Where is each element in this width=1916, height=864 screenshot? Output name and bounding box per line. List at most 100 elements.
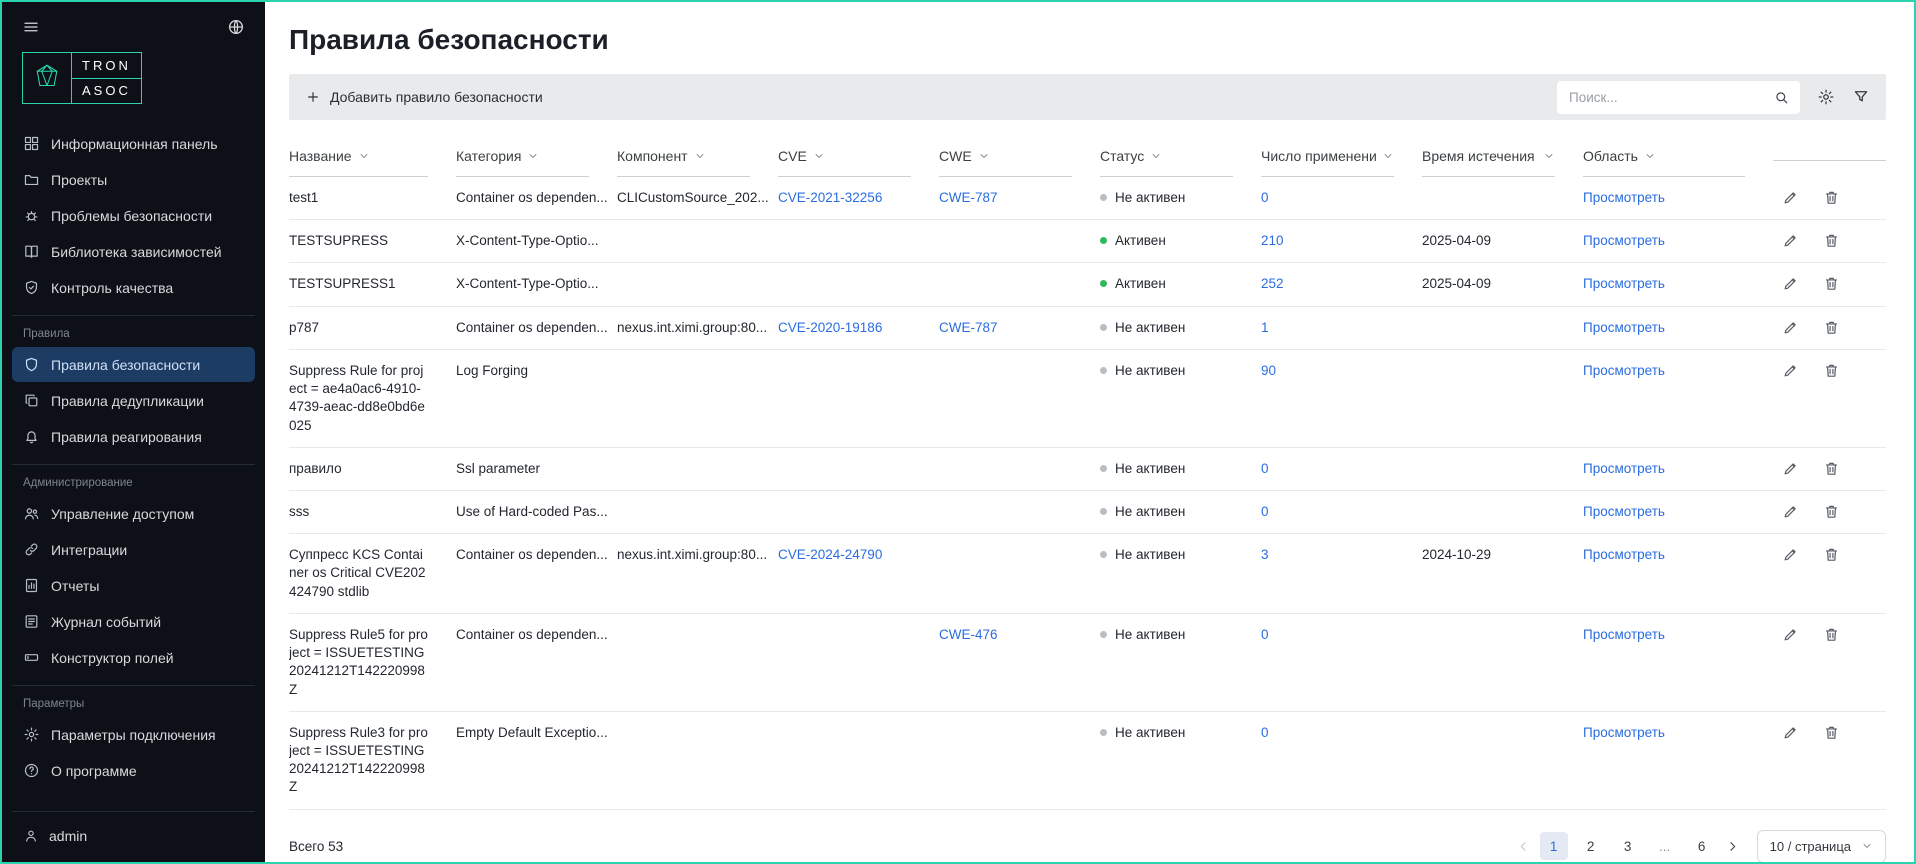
column-header-scope[interactable]: Область bbox=[1583, 138, 1773, 177]
edit-pencil-icon[interactable] bbox=[1782, 275, 1799, 293]
delete-trash-icon[interactable] bbox=[1823, 232, 1840, 250]
user-icon bbox=[23, 828, 39, 844]
cve-link[interactable]: CVE-2020-19186 bbox=[778, 320, 882, 335]
component-cell bbox=[617, 712, 778, 809]
edit-pencil-icon[interactable] bbox=[1782, 724, 1799, 797]
delete-trash-icon[interactable] bbox=[1823, 546, 1840, 601]
sidebar-item-dependency-library[interactable]: Библиотека зависимостей bbox=[12, 234, 255, 269]
edit-pencil-icon[interactable] bbox=[1782, 460, 1799, 478]
sidebar-item-connection-params[interactable]: Параметры подключения bbox=[12, 717, 255, 752]
language-globe-icon[interactable] bbox=[227, 18, 245, 36]
sidebar-item-about[interactable]: О программе bbox=[12, 753, 255, 788]
column-header-cwe[interactable]: CWE bbox=[939, 138, 1100, 177]
column-header-status[interactable]: Статус bbox=[1100, 138, 1261, 177]
sidebar-item-label: Параметры подключения bbox=[51, 727, 216, 743]
table-settings-gear-icon[interactable] bbox=[1817, 88, 1835, 106]
sidebar-item-projects[interactable]: Проекты bbox=[12, 162, 255, 197]
sidebar-item-label: О программе bbox=[51, 763, 137, 779]
view-scope-link[interactable]: Просмотреть bbox=[1583, 233, 1665, 248]
filter-funnel-icon[interactable] bbox=[1852, 88, 1870, 106]
column-header-category[interactable]: Категория bbox=[456, 138, 617, 177]
edit-pencil-icon[interactable] bbox=[1782, 503, 1799, 521]
view-scope-link[interactable]: Просмотреть bbox=[1583, 276, 1665, 291]
cve-link[interactable]: CVE-2024-24790 bbox=[778, 547, 882, 562]
view-scope-link[interactable]: Просмотреть bbox=[1583, 363, 1665, 378]
status-cell: Не активен bbox=[1100, 177, 1261, 219]
column-header-name[interactable]: Название bbox=[289, 138, 456, 177]
apply-count-link[interactable]: 0 bbox=[1261, 725, 1269, 740]
sidebar-item-field-builder[interactable]: Конструктор полей bbox=[12, 640, 255, 675]
next-page-chevron-icon[interactable] bbox=[1725, 839, 1740, 854]
edit-pencil-icon[interactable] bbox=[1782, 232, 1799, 250]
view-scope-link[interactable]: Просмотреть bbox=[1583, 190, 1665, 205]
view-scope-link[interactable]: Просмотреть bbox=[1583, 725, 1665, 740]
delete-trash-icon[interactable] bbox=[1823, 319, 1840, 337]
apply-count-link[interactable]: 90 bbox=[1261, 363, 1276, 378]
apply-count-link[interactable]: 0 bbox=[1261, 461, 1269, 476]
user-menu[interactable]: admin bbox=[12, 811, 255, 862]
cve-link[interactable]: CVE-2021-32256 bbox=[778, 190, 882, 205]
status-label: Не активен bbox=[1115, 362, 1185, 380]
chevron-down-icon bbox=[358, 150, 370, 162]
view-scope-link[interactable]: Просмотреть bbox=[1583, 461, 1665, 476]
apply-count-link[interactable]: 252 bbox=[1261, 276, 1284, 291]
column-header-cve[interactable]: CVE bbox=[778, 138, 939, 177]
apply-count-link[interactable]: 0 bbox=[1261, 627, 1269, 642]
sidebar: TRON ASOC Информационная панель Проекты … bbox=[2, 2, 265, 862]
delete-trash-icon[interactable] bbox=[1823, 460, 1840, 478]
edit-pencil-icon[interactable] bbox=[1782, 362, 1799, 435]
apply-count-cell: 3 bbox=[1261, 534, 1422, 613]
column-header-apply-count[interactable]: Число применений bbox=[1261, 138, 1422, 177]
sidebar-item-security-issues[interactable]: Проблемы безопасности bbox=[12, 198, 255, 233]
delete-trash-icon[interactable] bbox=[1823, 275, 1840, 293]
edit-pencil-icon[interactable] bbox=[1782, 546, 1799, 601]
sidebar-item-quality-control[interactable]: Контроль качества bbox=[12, 270, 255, 305]
sidebar-item-reaction-rules[interactable]: Правила реагирования bbox=[12, 419, 255, 454]
search-icon[interactable] bbox=[1773, 89, 1790, 106]
view-scope-link[interactable]: Просмотреть bbox=[1583, 504, 1665, 519]
apply-count-link[interactable]: 1 bbox=[1261, 320, 1269, 335]
cwe-link[interactable]: CWE-787 bbox=[939, 190, 998, 205]
edit-pencil-icon[interactable] bbox=[1782, 319, 1799, 337]
view-scope-link[interactable]: Просмотреть bbox=[1583, 320, 1665, 335]
delete-trash-icon[interactable] bbox=[1823, 626, 1840, 699]
edit-pencil-icon[interactable] bbox=[1782, 189, 1799, 207]
column-header-expiry[interactable]: Время истечения с... bbox=[1422, 138, 1583, 177]
apply-count-link[interactable]: 0 bbox=[1261, 190, 1269, 205]
column-header-component[interactable]: Компонент bbox=[617, 138, 778, 177]
apply-count-link[interactable]: 210 bbox=[1261, 233, 1284, 248]
expiry-date-cell: 2025-04-09 bbox=[1422, 220, 1583, 262]
menu-hamburger-icon[interactable] bbox=[22, 18, 40, 36]
table-row: p787 Container os dependen... nexus.int.… bbox=[289, 307, 1886, 350]
page-button-3[interactable]: 3 bbox=[1614, 832, 1642, 860]
edit-pencil-icon[interactable] bbox=[1782, 626, 1799, 699]
page-button-2[interactable]: 2 bbox=[1577, 832, 1605, 860]
delete-trash-icon[interactable] bbox=[1823, 362, 1840, 435]
sidebar-item-security-rules[interactable]: Правила безопасности bbox=[12, 347, 255, 382]
cwe-link[interactable]: CWE-787 bbox=[939, 320, 998, 335]
apply-count-link[interactable]: 0 bbox=[1261, 504, 1269, 519]
page-button-1[interactable]: 1 bbox=[1540, 832, 1568, 860]
cwe-link[interactable]: CWE-476 bbox=[939, 627, 998, 642]
shield-check-icon bbox=[23, 279, 40, 296]
search-input[interactable] bbox=[1569, 90, 1773, 105]
delete-trash-icon[interactable] bbox=[1823, 724, 1840, 797]
sidebar-item-reports[interactable]: Отчеты bbox=[12, 568, 255, 603]
sidebar-item-dashboard[interactable]: Информационная панель bbox=[12, 126, 255, 161]
sidebar-item-dedup-rules[interactable]: Правила дедупликации bbox=[12, 383, 255, 418]
prev-page-chevron-icon[interactable] bbox=[1516, 839, 1531, 854]
apply-count-link[interactable]: 3 bbox=[1261, 547, 1269, 562]
add-security-rule-button[interactable]: Добавить правило безопасности bbox=[305, 89, 543, 105]
sidebar-item-integrations[interactable]: Интеграции bbox=[12, 532, 255, 567]
rule-name-cell: правило bbox=[289, 448, 456, 490]
page-button-6[interactable]: 6 bbox=[1688, 832, 1716, 860]
delete-trash-icon[interactable] bbox=[1823, 189, 1840, 207]
app-window: TRON ASOC Информационная панель Проекты … bbox=[0, 0, 1916, 864]
sidebar-item-access-management[interactable]: Управление доступом bbox=[12, 496, 255, 531]
view-scope-link[interactable]: Просмотреть bbox=[1583, 627, 1665, 642]
view-scope-link[interactable]: Просмотреть bbox=[1583, 547, 1665, 562]
expiry-date-cell bbox=[1422, 491, 1583, 533]
page-size-select[interactable]: 10 / страница bbox=[1757, 830, 1886, 862]
delete-trash-icon[interactable] bbox=[1823, 503, 1840, 521]
sidebar-item-event-log[interactable]: Журнал событий bbox=[12, 604, 255, 639]
